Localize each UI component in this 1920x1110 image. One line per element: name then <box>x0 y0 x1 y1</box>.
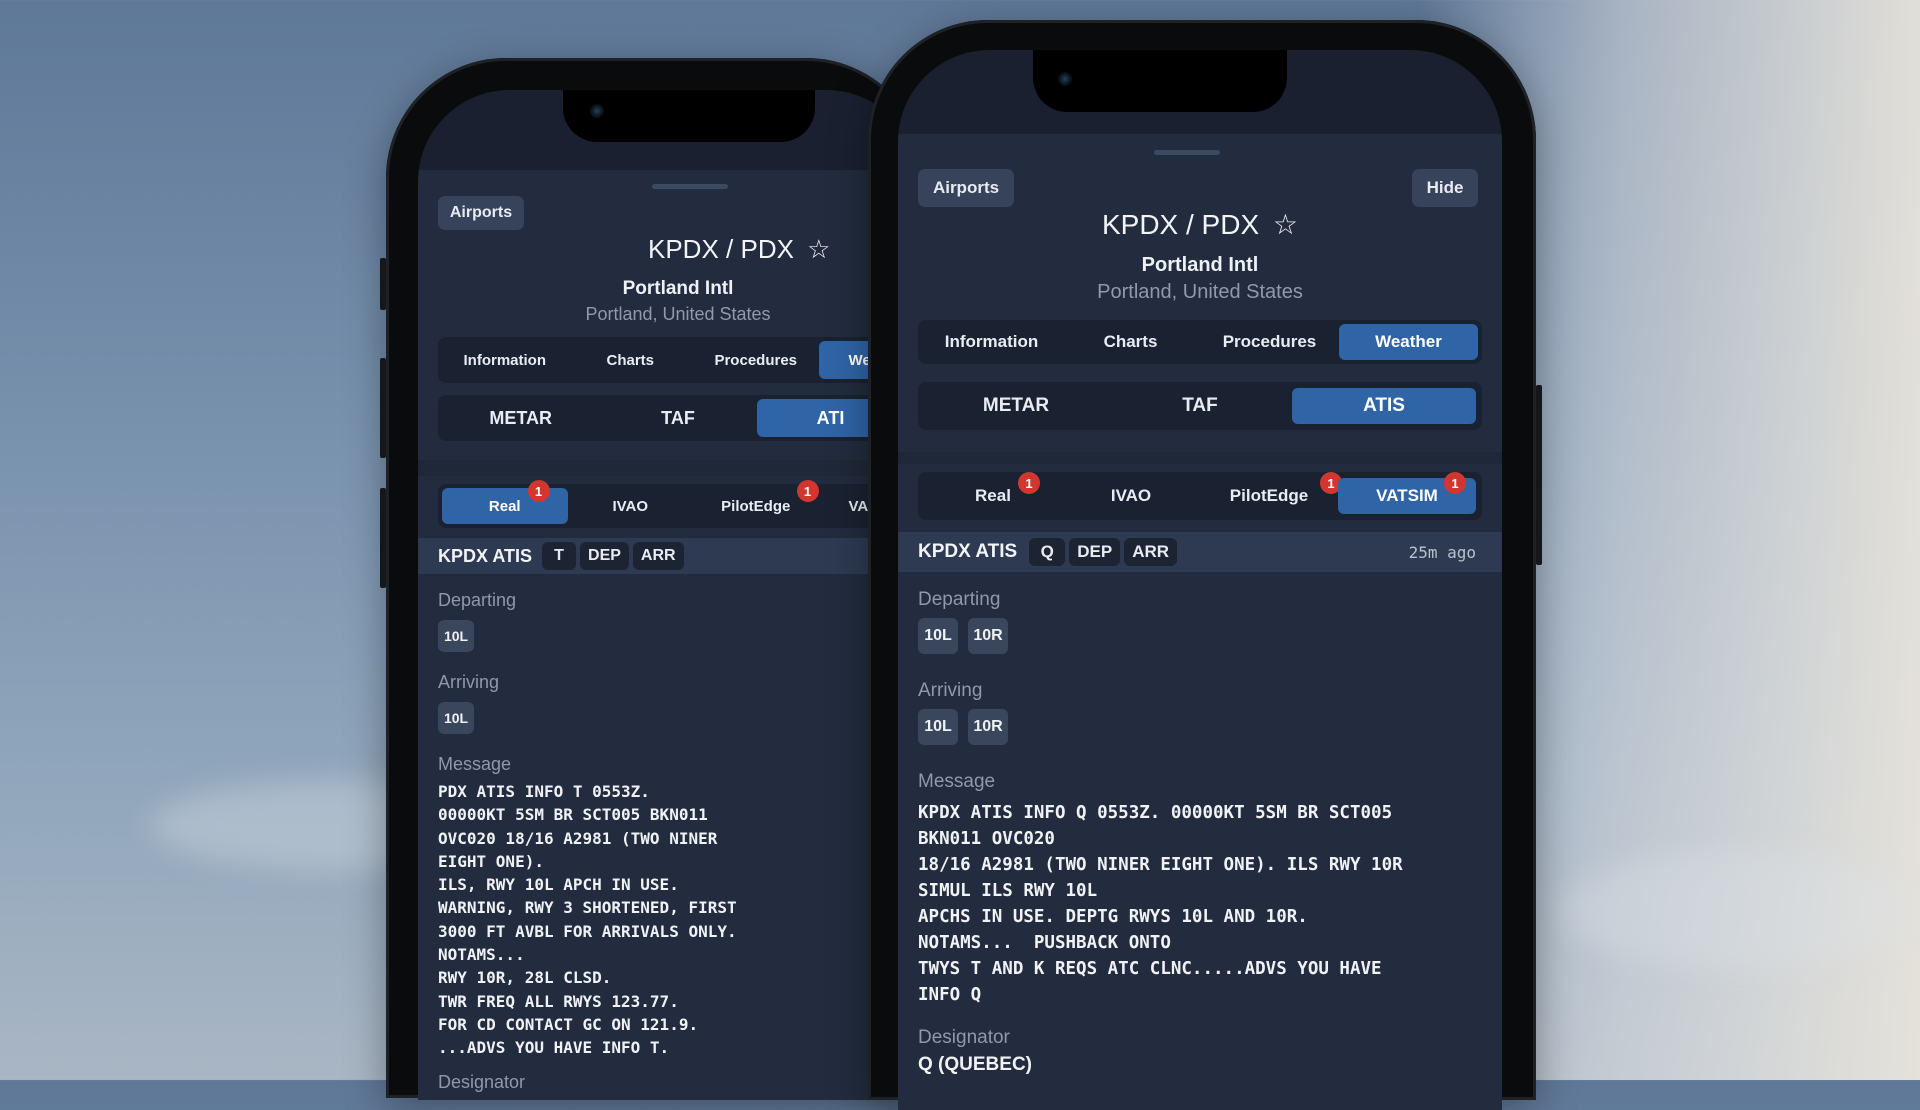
front-camera <box>1058 72 1072 86</box>
hide-button[interactable]: Hide <box>1412 169 1478 207</box>
tab-procedures[interactable]: Procedures <box>693 341 819 379</box>
sheet-grabber[interactable] <box>652 184 728 189</box>
airport-code: KPDX / PDX <box>648 234 794 264</box>
atis-header: KPDX ATIS Q DEP ARR 25m ago <box>898 532 1502 572</box>
atis-age: 25m ago <box>1408 542 1476 562</box>
designator-label: Designator <box>438 1072 526 1092</box>
tab-charts[interactable]: Charts <box>1061 324 1200 360</box>
dep-chip: DEP <box>580 542 629 570</box>
departing-label: Departing <box>918 589 1001 610</box>
source-ivao[interactable]: IVAO <box>1062 478 1200 514</box>
favorite-star-icon[interactable]: ☆ <box>807 234 830 265</box>
weather-type-tabs: METAR TAF ATI <box>438 395 918 441</box>
airports-button[interactable]: Airports <box>438 196 524 230</box>
right-phone: Airports Hide KPDX / PDX ☆ Portland Intl… <box>868 20 1542 1110</box>
airport-location: Portland, United States <box>585 304 771 324</box>
departing-label: Departing <box>438 590 517 610</box>
tab-metar[interactable]: METAR <box>924 388 1108 424</box>
airport-sheet: Airports KPDX / PDX ☆ Portland Intl Port… <box>418 170 918 1100</box>
left-phone: Airports KPDX / PDX ☆ Portland Intl Port… <box>380 58 926 1100</box>
atis-letter-chip: T <box>542 542 577 570</box>
message-label: Message <box>918 771 996 792</box>
airport-name: Portland Intl <box>622 278 734 299</box>
source-real[interactable]: Real 1 <box>924 472 1062 514</box>
tab-weather[interactable]: Weather <box>1339 324 1478 360</box>
arr-chip: ARR <box>632 542 684 570</box>
atis-letter-chip: Q <box>1029 538 1066 566</box>
arr-chip: ARR <box>1124 538 1178 566</box>
departing-runways: 10L 10R <box>918 618 1018 654</box>
atis-header: KPDX ATIS T DEP ARR <box>418 538 918 574</box>
runway-chip: 10L <box>438 702 474 734</box>
dep-chip: DEP <box>1069 538 1121 566</box>
arriving-runways: 10L 10R <box>918 709 1018 745</box>
source-ivao[interactable]: IVAO <box>568 488 694 524</box>
runway-chip: 10L <box>918 618 958 654</box>
mute-switch <box>380 258 386 310</box>
runway-chip: 10L <box>438 620 474 652</box>
departing-runways: 10L <box>438 620 484 652</box>
designator-label: Designator <box>918 1027 1010 1048</box>
notification-badge: 1 <box>527 480 550 502</box>
favorite-star-icon[interactable]: ☆ <box>1273 208 1298 241</box>
source-pilotedge[interactable]: PilotEdge 1 <box>693 480 819 524</box>
tab-information[interactable]: Information <box>442 341 568 379</box>
volume-up-button <box>380 358 386 458</box>
source-vatsim[interactable]: VATSIM 1 <box>1338 472 1476 514</box>
runway-chip: 10R <box>968 618 1008 654</box>
left-screen: Airports KPDX / PDX ☆ Portland Intl Port… <box>418 90 918 1100</box>
volume-down-button <box>380 488 386 588</box>
weather-type-tabs: METAR TAF ATIS <box>918 382 1482 430</box>
cloud <box>1560 850 1920 970</box>
section-divider <box>898 452 1502 464</box>
tab-metar[interactable]: METAR <box>442 399 599 437</box>
notification-badge: 1 <box>796 480 819 502</box>
front-camera <box>590 104 604 118</box>
airport-sheet: Airports Hide KPDX / PDX ☆ Portland Intl… <box>898 134 1502 1110</box>
arriving-label: Arriving <box>918 680 983 701</box>
atis-title: KPDX ATIS <box>918 541 1018 562</box>
atis-title: KPDX ATIS <box>438 545 533 566</box>
source-pilotedge[interactable]: PilotEdge 1 <box>1200 472 1342 514</box>
notification-badge: 1 <box>1444 472 1466 494</box>
section-divider <box>418 460 918 476</box>
airport-location: Portland, United States <box>1097 281 1303 303</box>
tab-atis[interactable]: ATIS <box>1292 388 1476 424</box>
atis-message: PDX ATIS INFO T 0553Z. 00000KT 5SM BR SC… <box>438 782 737 1058</box>
power-button <box>1536 385 1542 565</box>
source-real[interactable]: Real 1 <box>442 480 568 524</box>
tab-procedures[interactable]: Procedures <box>1200 324 1339 360</box>
airport-title: KPDX / PDX ☆ <box>898 208 1502 241</box>
atis-message: KPDX ATIS INFO Q 0553Z. 00000KT 5SM BR S… <box>918 803 1403 1005</box>
arriving-runways: 10L <box>438 702 484 734</box>
tab-information[interactable]: Information <box>922 324 1061 360</box>
airport-code: KPDX / PDX <box>1101 209 1260 240</box>
tab-taf[interactable]: TAF <box>1108 388 1292 424</box>
airports-button[interactable]: Airports <box>918 169 1014 207</box>
runway-chip: 10R <box>968 709 1008 745</box>
main-tabs: Information Charts Procedures We <box>438 337 918 383</box>
source-tabs: Real 1 IVAO PilotEdge 1 VATSIM 1 <box>918 472 1482 520</box>
arriving-label: Arriving <box>438 672 500 692</box>
designator-value: Q (QUEBEC) <box>918 1054 1032 1075</box>
runway-chip: 10L <box>918 709 958 745</box>
tab-charts[interactable]: Charts <box>568 341 694 379</box>
source-tabs: Real 1 IVAO PilotEdge 1 VA <box>438 480 918 528</box>
message-label: Message <box>438 754 512 774</box>
airport-name: Portland Intl <box>1141 254 1259 276</box>
sheet-grabber[interactable] <box>1154 150 1220 155</box>
tab-taf[interactable]: TAF <box>599 399 756 437</box>
notification-badge: 1 <box>1018 472 1040 494</box>
main-tabs: Information Charts Procedures Weather <box>918 320 1482 364</box>
right-screen: Airports Hide KPDX / PDX ☆ Portland Intl… <box>898 50 1502 1110</box>
